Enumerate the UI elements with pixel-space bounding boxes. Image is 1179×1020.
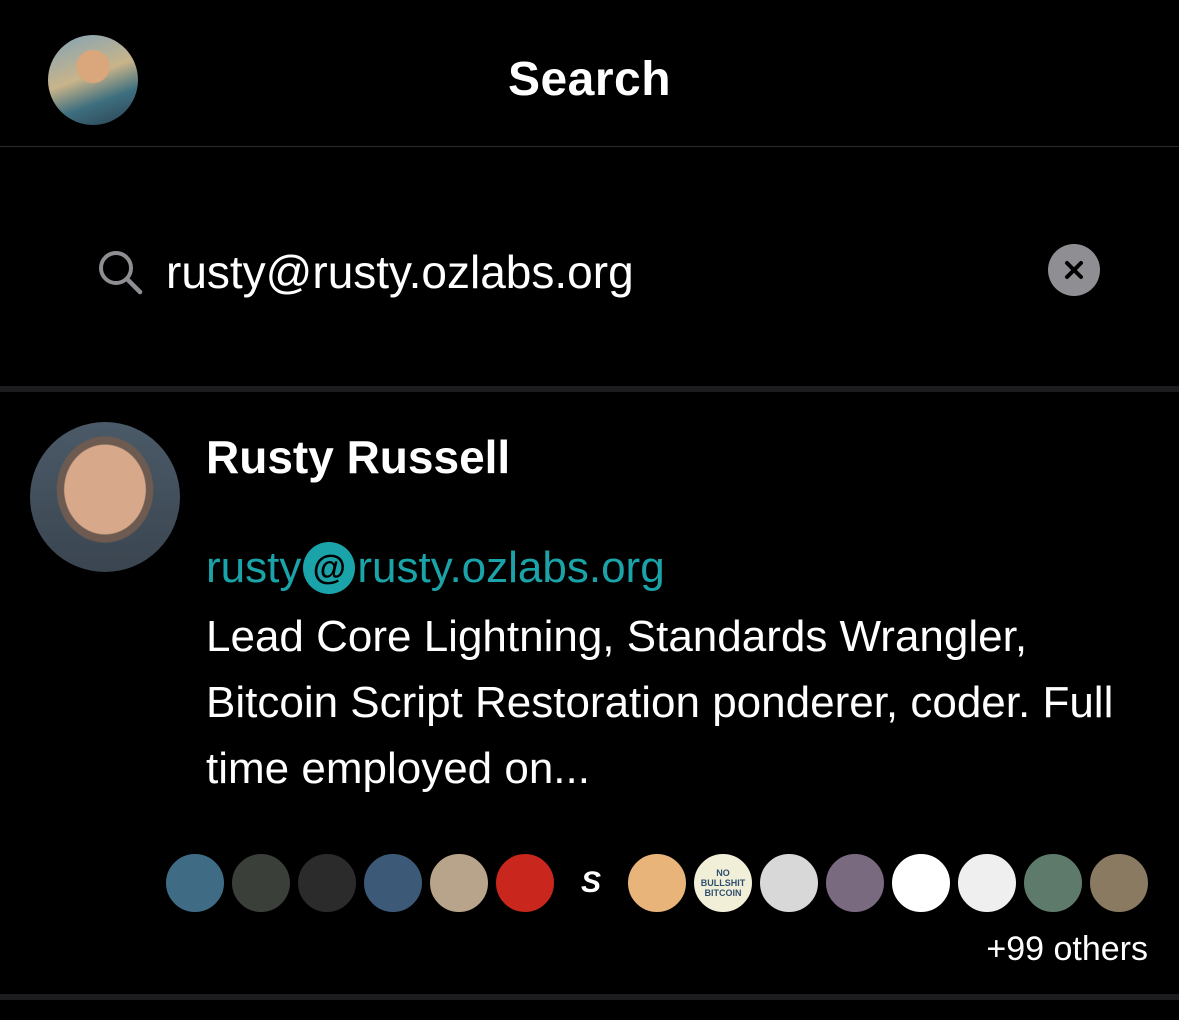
follower-avatar[interactable] — [956, 852, 1018, 914]
follower-avatar[interactable] — [362, 852, 424, 914]
follower-avatar[interactable] — [1022, 852, 1084, 914]
follower-avatar-label: S — [580, 866, 601, 899]
page-title: Search — [507, 53, 672, 106]
follower-avatar[interactable] — [626, 852, 688, 914]
follower-avatar-label: NO BULLSHIT BITCOIN — [700, 868, 746, 898]
profile-avatar[interactable] — [30, 422, 180, 572]
close-icon — [1065, 261, 1083, 279]
search-bar — [0, 148, 1179, 386]
nip05-address: rusty @ rusty.ozlabs.org — [206, 542, 665, 594]
follower-avatar[interactable] — [494, 852, 556, 914]
search-icon — [99, 251, 143, 295]
follower-avatar[interactable] — [296, 852, 358, 914]
divider — [0, 994, 1179, 1000]
follower-avatar[interactable] — [230, 852, 292, 914]
follower-avatar[interactable]: NO BULLSHIT BITCOIN — [692, 852, 754, 914]
follower-avatar[interactable] — [758, 852, 820, 914]
follower-avatar[interactable] — [428, 852, 490, 914]
profile-name: Rusty Russell — [206, 431, 511, 483]
nip05-user: rusty — [206, 543, 302, 592]
nip05-domain: rusty.ozlabs.org — [357, 543, 665, 592]
search-input[interactable] — [166, 244, 1026, 300]
follower-avatar[interactable] — [890, 852, 952, 914]
follower-avatar[interactable]: S — [560, 852, 622, 914]
follower-avatar[interactable] — [164, 852, 226, 914]
clear-search-button[interactable] — [1048, 244, 1100, 296]
others-count[interactable]: +99 others — [986, 930, 1148, 969]
follower-avatar[interactable] — [1088, 852, 1150, 914]
follower-avatar[interactable] — [824, 852, 886, 914]
profile-bio: Lead Core Lightning, Standards Wrangler,… — [206, 612, 1114, 793]
at-icon: @ — [303, 542, 356, 594]
search-result-item[interactable]: Rusty Russell rusty @ rusty.ozlabs.org L… — [0, 392, 1179, 994]
top-bar: Search — [0, 0, 1179, 147]
followed-by-avatars[interactable]: S NO BULLSHIT BITCOIN — [164, 852, 1154, 914]
